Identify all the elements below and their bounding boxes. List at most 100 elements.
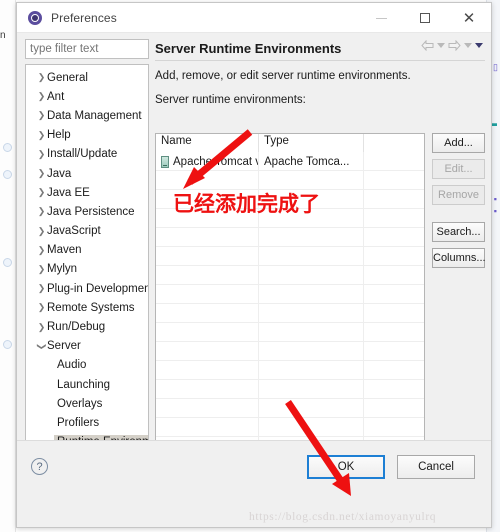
cell-empty [259,342,364,360]
minimize-button[interactable] [359,3,403,33]
columns-button[interactable]: Columns... [432,248,486,268]
chevron-right-icon[interactable]: ❯ [36,187,47,198]
sidebar-item-overlays[interactable]: Overlays [26,394,148,413]
cell-empty [259,361,364,379]
sidebar-item-ant[interactable]: ❯ Ant [26,87,148,106]
cancel-button[interactable]: Cancel [397,455,475,479]
cell-empty [259,228,364,246]
sidebar-item-label: Overlays [57,397,103,410]
cell-empty [364,380,424,398]
chevron-right-icon[interactable]: ❯ [36,226,47,237]
chevron-right-icon[interactable]: ❯ [36,130,47,141]
table-row-empty[interactable] [156,361,424,380]
cell-empty [156,304,259,322]
sidebar-item-label: Run/Debug [47,321,106,334]
chevron-right-icon[interactable]: ❯ [36,110,47,121]
column-header-type[interactable]: Type [259,134,364,152]
background-dot [3,170,12,179]
sidebar-item-run-debug[interactable]: ❯ Run/Debug [26,317,148,336]
help-icon[interactable]: ? [31,458,48,475]
table-row-empty[interactable] [156,266,424,285]
search-button[interactable]: Search... [432,222,485,242]
cell-empty [259,209,364,227]
cell-empty [364,304,424,322]
sidebar-item-remote-systems[interactable]: ❯ Remote Systems [26,298,148,317]
arrow-left-icon[interactable] [421,40,434,51]
table-row-empty[interactable] [156,399,424,418]
cell-empty [259,285,364,303]
preferences-tree-list: ❯ General ❯ Ant ❯ Data Management ❯ Help ❯ Instal… [26,68,148,485]
runtime-environments-table[interactable]: Name Type Apache Tomcat v...Apache Tomca… [155,133,425,489]
sidebar-item-mylyn[interactable]: ❯ Mylyn [26,260,148,279]
preferences-tree-panel[interactable]: ❯ General ❯ Ant ❯ Data Management ❯ Help ❯ Instal… [25,64,149,486]
cell-empty [364,342,424,360]
table-row-empty[interactable] [156,209,424,228]
maximize-button[interactable] [403,3,447,33]
sidebar-item-maven[interactable]: ❯ Maven [26,241,148,260]
sidebar-item-install-update[interactable]: ❯ Install/Update [26,145,148,164]
sidebar-item-java-ee[interactable]: ❯ Java EE [26,183,148,202]
sidebar-item-data-management[interactable]: ❯ Data Management [26,106,148,125]
chevron-right-icon[interactable]: ❯ [36,91,47,102]
add-button[interactable]: Add... [432,133,485,153]
sidebar-item-java[interactable]: ❯ Java [26,164,148,183]
chevron-right-icon[interactable]: ❯ [36,245,47,256]
table-row-empty[interactable] [156,323,424,342]
dialog-body: ❯General❯Ant❯Data Management❯Help❯Instal… [17,33,491,499]
chevron-down-icon[interactable] [437,43,445,48]
cell-empty [156,190,259,208]
table-row-empty[interactable] [156,380,424,399]
sidebar-item-plug-in-development[interactable]: ❯ Plug-in Development [26,279,148,298]
chevron-right-icon[interactable]: ❯ [36,302,47,313]
table-row-empty[interactable] [156,171,424,190]
cell-empty [259,380,364,398]
cell-empty [364,285,424,303]
cell-empty [156,247,259,265]
view-menu-chevron-down-icon[interactable] [475,43,483,48]
chevron-right-icon[interactable]: ❯ [36,168,47,179]
cell-empty [364,266,424,284]
background-dot [3,143,12,152]
sidebar-item-help[interactable]: ❯ Help [26,126,148,145]
sidebar-item-label: General [47,71,88,84]
cell-empty [259,247,364,265]
ok-button[interactable]: OK [307,455,385,479]
cell-empty [156,266,259,284]
column-header-name[interactable]: Name [156,134,259,152]
close-button[interactable]: ✕ [447,3,491,33]
cell-empty [156,399,259,417]
cell-empty [364,418,424,436]
sidebar-item-launching[interactable]: Launching [26,375,148,394]
sidebar-item-server[interactable]: ❯ Server [26,337,148,356]
cell-empty [259,304,364,322]
table-row-empty[interactable] [156,285,424,304]
column-header-extra[interactable] [364,134,424,152]
dialog-footer: ? OK Cancel [17,440,491,499]
table-row-empty[interactable] [156,342,424,361]
list-label: Server runtime environments: [155,94,306,106]
chevron-right-icon[interactable]: ❯ [36,283,47,294]
chevron-down-icon[interactable] [464,43,472,48]
chevron-right-icon[interactable]: ❯ [36,72,47,83]
table-row[interactable]: Apache Tomcat v...Apache Tomca... [156,152,424,171]
table-row-empty[interactable] [156,190,424,209]
chevron-right-icon[interactable]: ❯ [36,322,47,333]
sidebar-item-label: Server [47,340,81,353]
chevron-right-icon[interactable]: ❯ [36,206,47,217]
filter-input[interactable] [25,39,149,59]
chevron-right-icon[interactable]: ❯ [36,149,47,160]
chevron-down-icon[interactable]: ❯ [36,341,47,352]
table-row-empty[interactable] [156,418,424,437]
sidebar-item-audio[interactable]: Audio [26,356,148,375]
sidebar-item-java-persistence[interactable]: ❯ Java Persistence [26,202,148,221]
table-row-empty[interactable] [156,304,424,323]
table-row-empty[interactable] [156,228,424,247]
sidebar-item-profilers[interactable]: Profilers [26,413,148,432]
table-body: Apache Tomcat v...Apache Tomca... [156,152,424,488]
chevron-right-icon[interactable]: ❯ [36,264,47,275]
arrow-right-icon[interactable] [448,40,461,51]
sidebar-item-general[interactable]: ❯ General [26,68,148,87]
sidebar-item-javascript[interactable]: ❯ JavaScript [26,222,148,241]
cell-empty [364,323,424,341]
table-row-empty[interactable] [156,247,424,266]
